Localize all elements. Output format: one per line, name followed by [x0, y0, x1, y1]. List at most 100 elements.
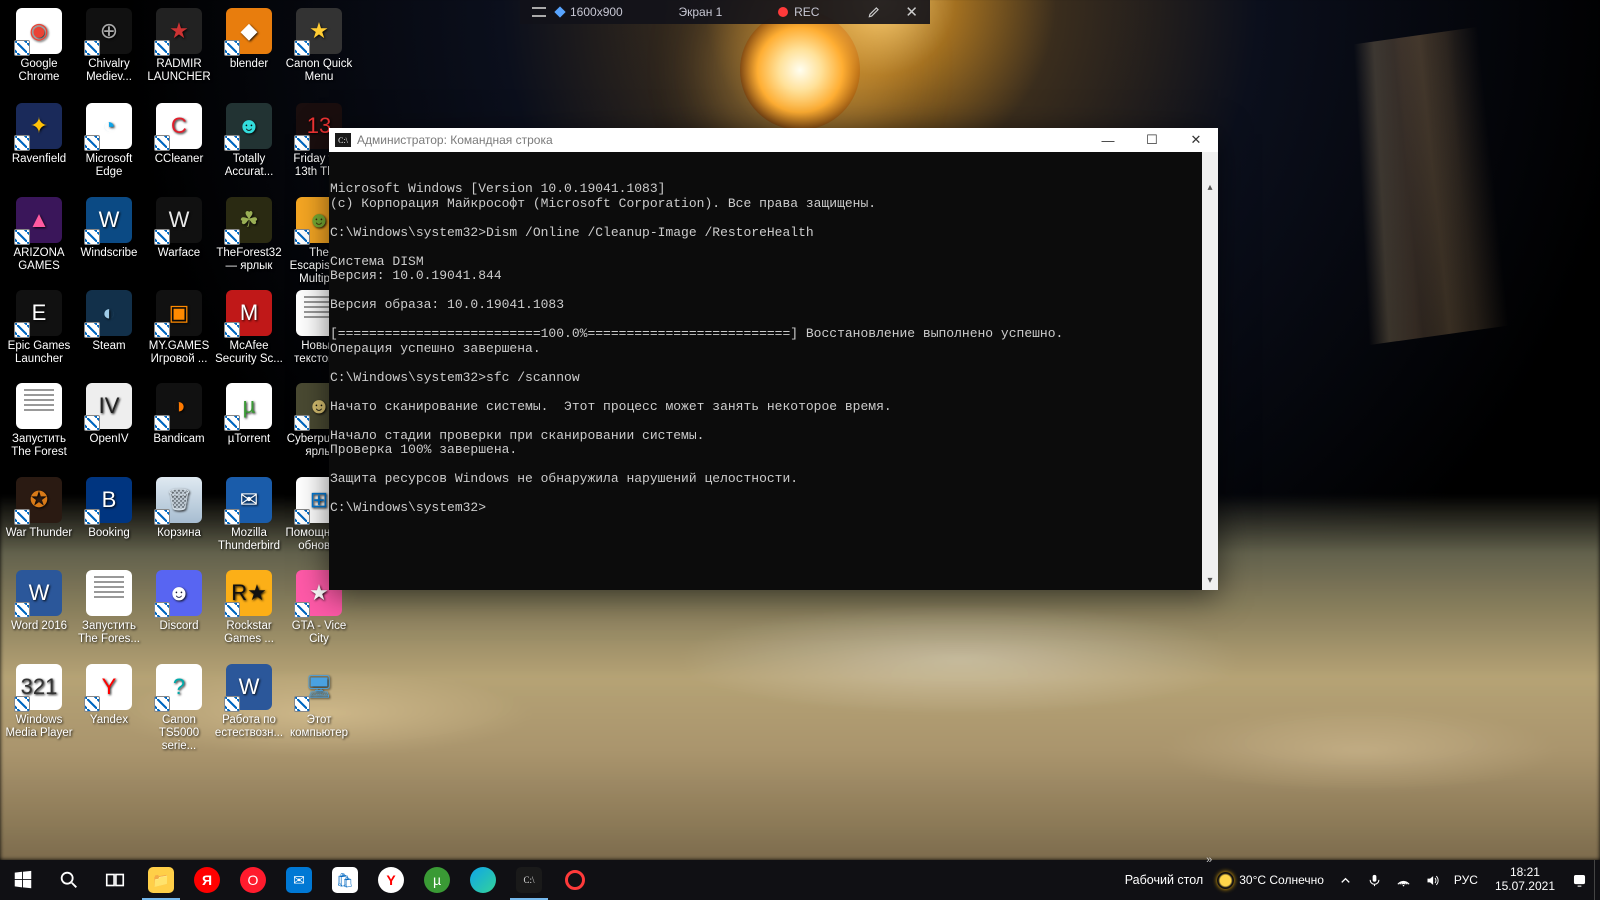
taskbar-mail[interactable]: ✉: [276, 860, 322, 900]
task-view-icon: [104, 869, 126, 891]
desktop-icon-label: Запустить The Fores...: [73, 620, 145, 646]
desktop-icon[interactable]: BBooking: [73, 477, 145, 540]
search-button[interactable]: [46, 860, 92, 900]
start-button[interactable]: [0, 860, 46, 900]
desktop-icon[interactable]: WWindscribe: [73, 197, 145, 260]
desktop-switcher[interactable]: Рабочий стол: [1118, 860, 1210, 900]
desktop-icon-label: Rockstar Games ...: [213, 620, 285, 646]
desktop-icon-label: ARIZONA GAMES: [3, 247, 75, 273]
taskbar-edge[interactable]: [460, 860, 506, 900]
tray-language[interactable]: РУС: [1447, 860, 1485, 900]
app-icon: ☘: [226, 197, 272, 243]
desktop-icon-label: Yandex: [73, 714, 145, 727]
app-icon: ✦: [16, 103, 62, 149]
desktop-icon[interactable]: 🖥Этот компьютер: [283, 664, 355, 740]
command-prompt-window: Администратор: Командная строка — ☐ ✕ Mi…: [329, 128, 1218, 590]
desktop-icon-label: Chivalry Mediev...: [73, 58, 145, 84]
desktop-icon[interactable]: 🗑Корзина: [143, 477, 215, 540]
desktop-icon[interactable]: µµTorrent: [213, 383, 285, 446]
tray-volume-icon[interactable]: [1418, 860, 1447, 900]
tray-network-icon[interactable]: [1389, 860, 1418, 900]
desktop-icon[interactable]: C CCleaner: [143, 103, 215, 166]
desktop-icon[interactable]: ◑Bandicam: [143, 383, 215, 446]
tray-notifications-button[interactable]: [1565, 860, 1594, 900]
app-icon: ▲: [16, 197, 62, 243]
desktop-icon[interactable]: ▲ ARIZONA GAMES: [3, 197, 75, 273]
desktop-icon[interactable]: Запустить The Forest: [3, 383, 75, 459]
desktop-icon-label: McAfee Security Sc...: [213, 340, 285, 366]
cmd-minimize-button[interactable]: —: [1086, 128, 1130, 152]
cmd-titlebar[interactable]: Администратор: Командная строка — ☐ ✕: [329, 128, 1218, 152]
tray-microphone-icon[interactable]: [1360, 860, 1389, 900]
desktop-icon[interactable]: WWarface: [143, 197, 215, 260]
desktop-icon[interactable]: 321Windows Media Player: [3, 664, 75, 740]
desktop-icon[interactable]: ☻Discord: [143, 570, 215, 633]
show-desktop-button[interactable]: [1594, 860, 1600, 900]
desktop-icon[interactable]: Запустить The Fores...: [73, 570, 145, 646]
app-icon: C: [156, 103, 202, 149]
app-icon: [16, 383, 62, 429]
taskbar-yandex-browser[interactable]: Y: [368, 860, 414, 900]
desktop-icon-label: War Thunder: [3, 527, 75, 540]
desktop-icon[interactable]: ⊕Chivalry Mediev...: [73, 8, 145, 84]
cmd-scrollbar[interactable]: ▴ ▾: [1202, 152, 1218, 590]
desktop-icon[interactable]: ?Canon TS5000 serie...: [143, 664, 215, 754]
desktop-icon-label: Windscribe: [73, 247, 145, 260]
taskbar-store[interactable]: 🛍: [322, 860, 368, 900]
tray-clock[interactable]: 18:2115.07.2021: [1485, 866, 1565, 894]
desktop-icon[interactable]: ✦Ravenfield: [3, 103, 75, 166]
desktop-icon-label: Windows Media Player: [3, 714, 75, 740]
task-view-button[interactable]: [92, 860, 138, 900]
desktop-icon-label: blender: [213, 58, 285, 71]
desktop-icon-label: µTorrent: [213, 433, 285, 446]
recorder-close-icon[interactable]: ✕: [893, 0, 930, 24]
desktop-icon-label: Discord: [143, 620, 215, 633]
recorder-screenshot-button[interactable]: [831, 0, 855, 24]
desktop-icon[interactable]: ◆ blender: [213, 8, 285, 71]
desktop-icon[interactable]: ★Canon Quick Menu: [283, 8, 355, 84]
desktop-icon-label: RADMIR LAUNCHER: [143, 58, 215, 84]
desktop-icon[interactable]: ◉Google Chrome: [3, 8, 75, 84]
scroll-up-icon[interactable]: ▴: [1202, 181, 1218, 197]
desktop-icon[interactable]: MMcAfee Security Sc...: [213, 290, 285, 366]
taskbar-opera[interactable]: O: [230, 860, 276, 900]
desktop-icon[interactable]: R★Rockstar Games ...: [213, 570, 285, 646]
desktop-icon[interactable]: YYandex: [73, 664, 145, 727]
desktop-icon[interactable]: ✪War Thunder: [3, 477, 75, 540]
desktop-icon-label: Booking: [73, 527, 145, 540]
desktop-icon[interactable]: ✉Mozilla Thunderbird: [213, 477, 285, 553]
cmd-output[interactable]: Microsoft Windows [Version 10.0.19041.10…: [329, 152, 1218, 590]
app-icon: ◆: [226, 8, 272, 54]
chevron-up-icon: [1338, 873, 1353, 888]
desktop-icon[interactable]: ☘TheForest32 — ярлык: [213, 197, 285, 273]
recorder-screen-label[interactable]: Экран 1: [635, 0, 766, 24]
recorder-menu-icon[interactable]: [520, 0, 544, 24]
desktop-icon-label: Microsoft Edge: [73, 153, 145, 179]
desktop-icon[interactable]: ☻Totally Accurat...: [213, 103, 285, 179]
desktop-icon[interactable]: WРабота по естествозн...: [213, 664, 285, 740]
desktop-icon[interactable]: ◐Steam: [73, 290, 145, 353]
recorder-edit-icon[interactable]: [855, 0, 893, 24]
tray-overflow-button[interactable]: [1331, 860, 1360, 900]
desktop-icon[interactable]: ◔Microsoft Edge: [73, 103, 145, 179]
recorder-rec-button[interactable]: REC: [766, 0, 831, 24]
scroll-down-icon[interactable]: ▾: [1202, 574, 1218, 590]
desktop-icon[interactable]: ★RADMIR LAUNCHER: [143, 8, 215, 84]
desktop-icon[interactable]: IVOpenIV: [73, 383, 145, 446]
app-icon: W: [16, 570, 62, 616]
taskbar-cmd[interactable]: C:\: [506, 860, 552, 900]
app-icon: [86, 570, 132, 616]
weather-widget[interactable]: 30°C Солнечно: [1210, 860, 1331, 900]
desktop-icon-label: CCleaner: [143, 153, 215, 166]
taskbar-yandex[interactable]: Я: [184, 860, 230, 900]
desktop-icon[interactable]: ▣MY.GAMES Игровой ...: [143, 290, 215, 366]
taskbar-utorrent[interactable]: µ: [414, 860, 460, 900]
desktop-icon-label: Работа по естествозн...: [213, 714, 285, 740]
taskbar-file-explorer[interactable]: 📁: [138, 860, 184, 900]
cmd-close-button[interactable]: ✕: [1174, 128, 1218, 152]
desktop-icon[interactable]: EEpic Games Launcher: [3, 290, 75, 366]
cmd-maximize-button[interactable]: ☐: [1130, 128, 1174, 152]
desktop-icon-label: Totally Accurat...: [213, 153, 285, 179]
desktop-icon[interactable]: WWord 2016: [3, 570, 75, 633]
taskbar-bandicam[interactable]: [552, 860, 598, 900]
